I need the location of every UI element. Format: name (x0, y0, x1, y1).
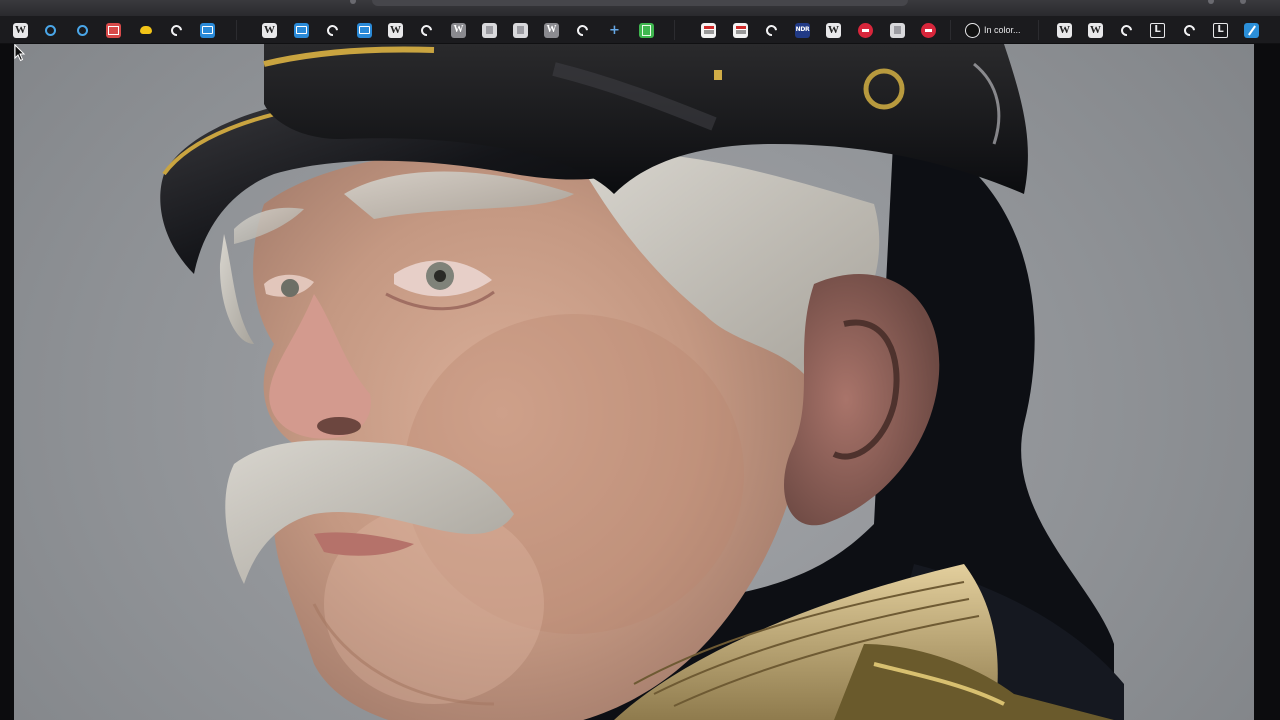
bookmark-item[interactable] (513, 22, 528, 38)
openai-icon (169, 23, 184, 38)
bookmark-item[interactable] (858, 22, 873, 38)
bookmark-item[interactable] (575, 22, 590, 38)
wikipedia-icon: W (13, 22, 28, 38)
bookmark-separator (236, 20, 237, 40)
bookmark-item[interactable] (357, 22, 372, 38)
bookmark-separator (674, 20, 675, 40)
wikipedia-icon: W (1057, 22, 1072, 38)
record-icon (858, 22, 873, 38)
bookmark-item[interactable] (1119, 22, 1134, 38)
tab-dot-icon (1240, 0, 1246, 4)
tab-dot-icon (350, 0, 356, 4)
bookmark-item[interactable] (200, 22, 215, 38)
wikipedia-icon: W (1088, 22, 1103, 38)
bookmark-item[interactable]: W (1088, 22, 1103, 38)
bookmark-item[interactable]: W (262, 22, 277, 38)
window-icon (294, 22, 309, 38)
bookmark-item[interactable]: W (451, 22, 466, 38)
bookmark-item[interactable]: L (1213, 22, 1228, 38)
openai-icon (1182, 23, 1197, 38)
bookmarks-bar: W W W W W + NDR W In color... W W L L (0, 16, 1280, 44)
bookmark-item[interactable]: + (607, 22, 622, 38)
record-icon (921, 22, 936, 38)
document-icon (482, 22, 497, 38)
bookmark-item[interactable] (733, 22, 748, 38)
image-icon (106, 22, 121, 38)
bookmark-item[interactable] (639, 22, 654, 38)
wikipedia-icon: W (262, 22, 277, 38)
bookmark-label: In color... (984, 25, 1021, 35)
pen-icon (1244, 22, 1259, 38)
window-icon (357, 22, 372, 38)
colorized-portrait-image (14, 44, 1254, 720)
page-content (0, 44, 1280, 720)
clock-icon (43, 23, 58, 38)
bookmark-item[interactable] (43, 22, 58, 38)
ndr-icon: NDR (795, 22, 810, 38)
address-bar[interactable] (372, 0, 908, 6)
bookmark-item[interactable] (419, 22, 434, 38)
bookmark-item[interactable] (1182, 22, 1197, 38)
bookmark-separator (950, 20, 951, 40)
wikipedia-icon: W (826, 22, 841, 38)
openai-icon (764, 23, 779, 38)
bookmark-item[interactable] (294, 22, 309, 38)
bookmark-item[interactable] (764, 22, 779, 38)
tab-dot-icon (1208, 0, 1214, 4)
bookmark-item[interactable]: W (13, 22, 28, 38)
bookmark-item[interactable]: W (1057, 22, 1072, 38)
wikipedia-icon: W (544, 22, 559, 38)
document-icon (513, 22, 528, 38)
bookmark-item[interactable] (106, 22, 121, 38)
window-icon (200, 22, 215, 38)
letter-l-icon: L (1150, 22, 1165, 38)
portrait-illustration (160, 44, 1124, 720)
avatar-icon (965, 22, 980, 38)
openai-icon (419, 23, 434, 38)
plus-icon: + (609, 22, 620, 38)
sheet-icon (639, 22, 654, 38)
bookmark-item[interactable] (890, 22, 905, 38)
letter-l-icon: L (1213, 22, 1228, 38)
bookmark-item[interactable]: NDR (795, 22, 810, 38)
wikipedia-icon: W (451, 22, 466, 38)
bookmark-item[interactable]: W (826, 22, 841, 38)
bookmark-item[interactable]: W (388, 22, 403, 38)
bookmark-item[interactable]: W (544, 22, 559, 38)
bookmark-separator (1038, 20, 1039, 40)
bookmark-item[interactable] (138, 22, 153, 38)
tab-strip (0, 0, 1280, 16)
document-icon (890, 22, 905, 38)
chat-bubble-icon (138, 23, 153, 38)
mouse-pointer-icon (14, 44, 26, 62)
news-icon (701, 22, 716, 38)
clock-icon (75, 23, 90, 38)
openai-icon (325, 23, 340, 38)
bookmark-item[interactable] (1244, 22, 1259, 38)
bookmark-item[interactable] (325, 22, 340, 38)
bookmark-item[interactable] (169, 22, 184, 38)
openai-icon (1119, 23, 1134, 38)
bookmark-item[interactable] (701, 22, 716, 38)
news-icon (733, 22, 748, 38)
wikipedia-icon: W (388, 22, 403, 38)
browser-window: W W W W W + NDR W In color... W W L L (0, 0, 1280, 720)
bookmark-item[interactable] (921, 22, 936, 38)
openai-icon (575, 23, 590, 38)
bookmark-item[interactable] (75, 22, 90, 38)
bookmark-item[interactable] (482, 22, 497, 38)
bookmark-item[interactable]: L (1150, 22, 1165, 38)
bookmark-item[interactable]: In color... (965, 22, 1021, 38)
